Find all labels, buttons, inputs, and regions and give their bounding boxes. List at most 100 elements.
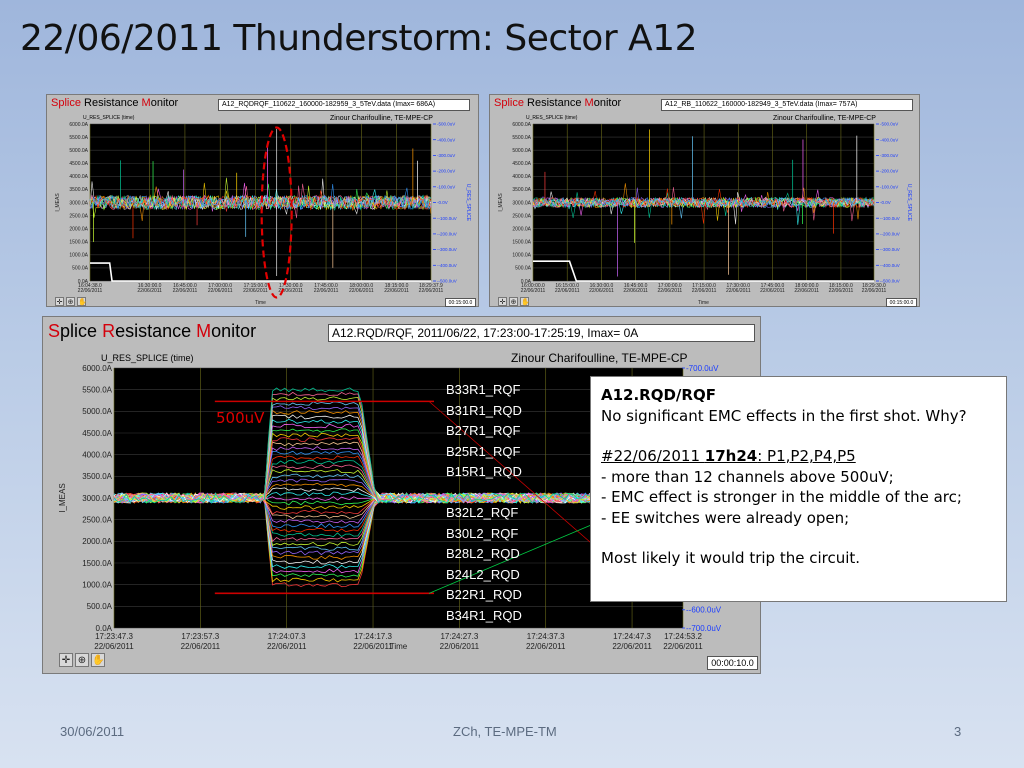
note-bullet: - EMC effect is stronger in the middle o… [601,488,962,506]
y-tick-label: 3000.0A [82,494,112,503]
y2-axis-title: U_RES_SPLICE [906,184,912,222]
x-tick-date: 22/06/2011 [267,642,307,651]
crosshair-icon[interactable]: ✛ [59,653,73,667]
y-tick-label: 2000.0A [512,226,531,232]
y2-tick-label: -100.0uV [880,184,898,189]
y-tick-label: 4000.0A [69,174,88,180]
channel-label: B32L2_RQF [446,505,519,520]
slide-title: 22/06/2011 Thunderstorm: Sector A12 [20,18,698,59]
x-axis-title: Time [698,300,709,306]
channel-label: B33R1_RQF [446,382,521,397]
y-axis-title: I_MEAS [498,193,504,212]
voltage-trace [89,177,432,218]
x-tick-date: 22/06/2011 [419,288,444,294]
y-tick-label: 2500.0A [82,515,112,524]
y-tick-label: 2500.0A [512,213,531,219]
y2-tick-label: --200.0uV [437,231,457,236]
time-window-field[interactable]: 00:00:10.0 [707,656,758,670]
analysis-note: A12.RQD/RQF No significant EMC effects i… [590,376,1007,602]
note-bullet: - EE switches were already open; [601,508,850,527]
zoom-icon[interactable]: ⊕ [75,653,89,667]
footer-date: 30/06/2011 [60,724,125,739]
y-tick-label: 3000.0A [512,200,531,206]
y-tick-label: 4500.0A [69,161,88,167]
y2-tick-label: -0.0V [880,200,891,205]
time-window-field[interactable]: 00:15:00.0 [445,298,476,307]
channel-label: B27R1_RQF [446,423,521,439]
x-tick-date: 22/06/2011 [349,288,374,294]
x-tick-date: 22/06/2011 [243,288,268,294]
channel-label: B34R1_RQD [446,607,522,623]
y-axis-title: I_MEAS [55,193,61,212]
x-tick-label: 17:24:47.3 [613,632,651,641]
y-tick-label: 5500.0A [69,135,88,141]
time-window-field[interactable]: 00:15:00.0 [886,298,917,307]
y-tick-label: 1000.0A [512,253,531,259]
x-tick-date: 22/06/2011 [612,642,652,651]
pan-hand-icon[interactable]: ✋ [77,297,87,306]
y-tick-label: 4500.0A [82,429,112,438]
x-tick-date: 22/06/2011 [658,288,683,294]
x-tick-date: 22/06/2011 [521,288,546,294]
note-event: #22/06/2011 17h24: P1,P2,P4,P5 [601,447,856,465]
x-tick-date: 22/06/2011 [663,642,703,651]
x-tick-date: 22/06/2011 [181,642,221,651]
x-tick-date: 22/06/2011 [353,642,393,651]
plot-toolbar: ✛ ⊕ ✋ [498,297,530,306]
x-axis-title: Time [255,300,266,306]
x-tick-label: 17:24:17.3 [354,632,392,641]
threshold-label: 500uV [216,409,265,427]
chart-group: 6000.0A 5500.0A 5000.0A 4500.0A 4000.0A 3500.… [498,122,912,306]
y2-tick-label: --200.0uV [880,231,900,236]
y2-tick-label: --400.0uV [880,263,900,268]
y2-tick-label: -700.0uV [686,364,719,373]
y-tick-label: 2000.0A [82,537,112,546]
y2-tick-label: --600.0uV [686,606,722,615]
zoom-icon[interactable]: ⊕ [509,297,518,306]
splice-monitor-panel-rqdrqf: Splice Resistance Monitor A12_RQDRQF_110… [46,94,479,307]
note-line: No significant EMC effects in the first … [601,406,967,425]
y-tick-label: 500.0A [515,266,532,272]
zoom-icon[interactable]: ⊕ [66,297,75,306]
y-tick-label: 6000.0A [512,122,531,128]
y2-tick-label: --100.0uV [880,216,900,221]
y-tick-label: 2500.0A [69,213,88,219]
y-tick-label: 2000.0A [69,226,88,232]
y2-tick-label: -300.0uV [437,153,455,158]
x-tick-date: 22/06/2011 [829,288,854,294]
y-tick-label: 4000.0A [512,174,531,180]
chart-svg: 6000.0A 5500.0A 5000.0A 4500.0A 4000.0A 3500.… [55,122,471,306]
plot-toolbar: ✛ ⊕ ✋ [59,653,105,667]
page-number: 3 [954,724,962,739]
y-tick-label: 3500.0A [512,187,531,193]
y-tick-label: 4000.0A [82,450,112,459]
y-tick-label: 1500.0A [512,240,531,246]
x-tick-date: 22/06/2011 [173,288,198,294]
y2-tick-label: -300.0uV [880,153,898,158]
channel-label: B30L2_RQF [446,525,519,541]
series-line-imeas [533,260,874,282]
x-tick-date: 22/06/2011 [555,288,580,294]
channel-label: B25R1_RQF [446,443,521,459]
y-axis-title: I_MEAS [58,483,67,512]
y2-tick-label: --500.0uV [437,279,457,284]
y2-tick-label: -500.0uV [880,122,898,127]
y-tick-label: 1500.0A [82,559,112,568]
chart-svg: 6000.0A 5500.0A 5000.0A 4500.0A 4000.0A 3500.… [498,122,912,306]
channel-list-above: B33R1_RQF B31R1_RQD B27R1_RQF B25R1_RQF … [446,380,522,483]
y-tick-label: 6000.0A [82,364,112,373]
x-tick-date: 22/06/2011 [208,288,233,294]
x-tick-label: 17:24:37.3 [527,632,565,641]
note-bullet: - more than 12 channels above 500uV; [601,467,894,486]
y-tick-label: 5000.0A [82,407,112,416]
channel-label: B28L2_RQD [446,546,520,562]
y2-tick-label: --700.0uV [686,624,722,633]
crosshair-icon[interactable]: ✛ [55,297,64,306]
x-tick-label: 17:24:27.3 [440,632,478,641]
pan-hand-icon[interactable]: ✋ [91,653,105,667]
x-tick-date: 22/06/2011 [623,288,648,294]
x-tick-date: 22/06/2011 [862,288,887,294]
pan-hand-icon[interactable]: ✋ [520,297,530,306]
channel-list-below: B32L2_RQF B30L2_RQF B28L2_RQD B24L2_RQD … [446,503,522,627]
crosshair-icon[interactable]: ✛ [498,297,507,306]
